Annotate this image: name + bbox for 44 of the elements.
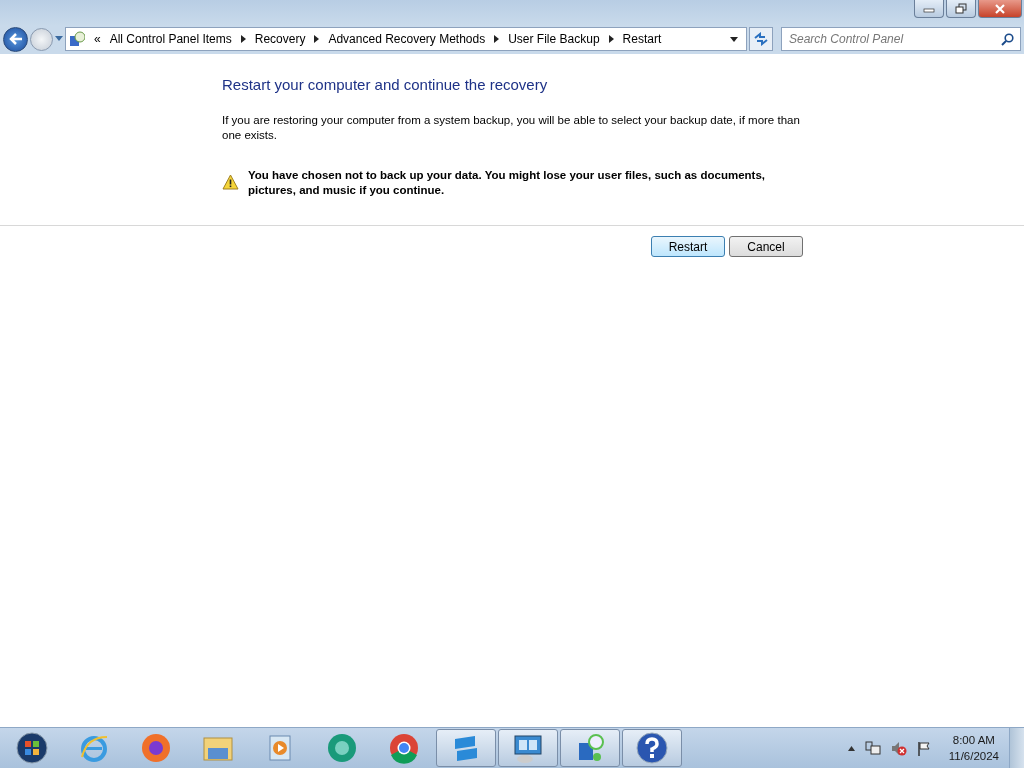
dialog-button[interactable]: Cancel bbox=[729, 236, 803, 257]
overflow-chevron[interactable]: « bbox=[94, 32, 101, 46]
warning-icon bbox=[222, 174, 239, 190]
help-icon bbox=[635, 731, 669, 765]
close-icon bbox=[993, 2, 1007, 15]
breadcrumb[interactable]: All Control Panel Items bbox=[109, 32, 232, 46]
network-icon[interactable] bbox=[864, 740, 881, 756]
search-field[interactable]: Search Control Panel bbox=[781, 27, 1021, 51]
taskbar-button[interactable] bbox=[498, 729, 558, 767]
dropdown-arrow-icon[interactable] bbox=[730, 36, 738, 42]
breadcrumb[interactable]: Recovery bbox=[254, 32, 306, 46]
close-button[interactable] bbox=[978, 0, 1022, 18]
page-heading: Restart your computer and continue the recovery bbox=[222, 76, 549, 93]
history-dropdown-icon[interactable] bbox=[55, 36, 63, 42]
flag-icon[interactable] bbox=[916, 740, 931, 756]
round-app-icon bbox=[325, 731, 359, 765]
control-panel-icon bbox=[69, 31, 85, 47]
breadcrumb-arrow-icon[interactable] bbox=[314, 35, 320, 43]
refresh-button[interactable] bbox=[749, 27, 773, 51]
breadcrumb[interactable]: Restart bbox=[622, 32, 662, 46]
restore-button[interactable] bbox=[946, 0, 976, 18]
breadcrumb-arrow-icon[interactable] bbox=[240, 35, 246, 43]
breadcrumb[interactable]: Advanced Recovery Methods bbox=[328, 32, 486, 46]
windows-orb-icon bbox=[15, 731, 49, 765]
chrome-icon bbox=[387, 731, 421, 765]
back-arrow-icon bbox=[7, 32, 24, 46]
minimize-button[interactable] bbox=[914, 0, 944, 18]
clock-time[interactable]: 8:00 AM bbox=[952, 732, 995, 748]
dialog-button[interactable]: Restart bbox=[651, 236, 725, 257]
breadcrumb-arrow-icon[interactable] bbox=[494, 35, 500, 43]
fox-browser-icon bbox=[139, 731, 173, 765]
clock-date[interactable]: 11/6/2024 bbox=[948, 748, 999, 764]
breadcrumb-arrow-icon[interactable] bbox=[608, 35, 614, 43]
taskbar-button[interactable] bbox=[560, 729, 620, 767]
muted-speaker-icon[interactable] bbox=[890, 740, 907, 756]
address-bar[interactable]: « All Control Panel Items Recovery Advanced Recovery Methods User File Backup Restart bbox=[65, 27, 747, 51]
warning-text: You have chosen not to back up your data. You might lose your user files, such as documents, pictures, and music if you continue. bbox=[248, 168, 766, 198]
intro-text: If you are restoring your computer from a system backup, you will be able to select your backup date, if more than one exists. bbox=[222, 113, 801, 143]
taskbar-button[interactable] bbox=[622, 729, 682, 767]
breadcrumb[interactable]: User File Backup bbox=[508, 32, 600, 46]
show-hidden-icons-icon[interactable] bbox=[847, 745, 855, 751]
restore-icon bbox=[954, 2, 968, 15]
refresh-icon bbox=[753, 32, 769, 46]
back-button[interactable] bbox=[3, 26, 28, 52]
